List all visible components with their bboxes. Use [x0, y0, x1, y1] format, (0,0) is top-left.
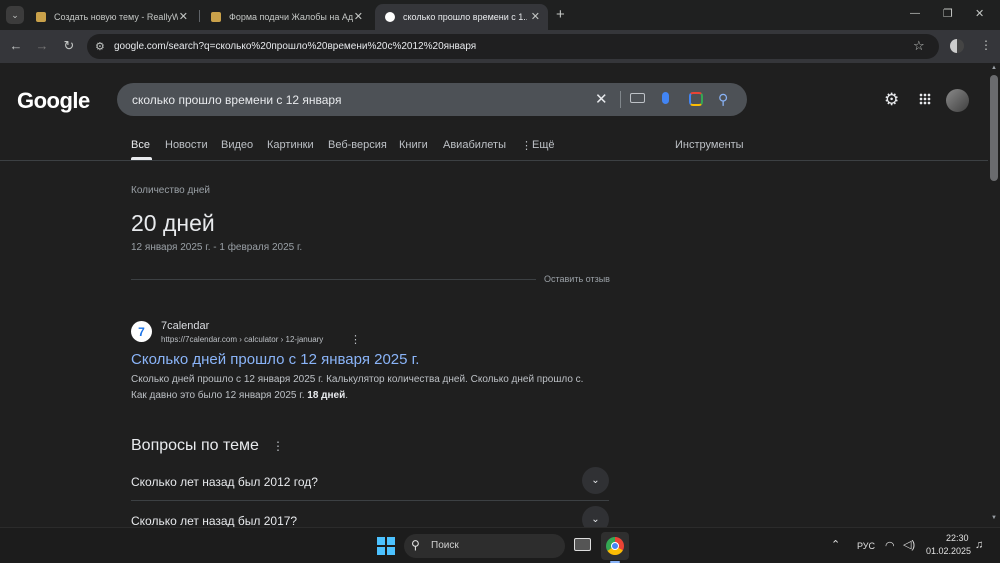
result-title-link[interactable]: Сколько дней прошло с 12 января 2025 г.: [131, 351, 419, 368]
related-heading: Вопросы по теме: [131, 437, 259, 454]
answer-range: 12 января 2025 г. - 1 февраля 2025 г.: [131, 242, 303, 253]
tab-title: сколько прошло времени с 1...: [403, 12, 527, 22]
snippet-end: .: [345, 390, 349, 401]
minimize-button[interactable]: —: [910, 8, 920, 19]
menu-kebab-icon[interactable]: ⋮: [980, 38, 992, 52]
tab-search-button[interactable]: ⌄: [6, 6, 24, 24]
related-question[interactable]: Сколько лет назад был 2017?: [131, 514, 297, 527]
taskbar: ⚲ Поиск ⌃ РУС ◠ ◁) 22:30 01.02.2025 ♫: [0, 527, 1000, 563]
tab-all[interactable]: Все: [131, 139, 150, 151]
volume-icon[interactable]: ◁): [903, 538, 915, 551]
url-text: google.com/search?q=сколько%20прошло%20в…: [114, 41, 477, 52]
search-input[interactable]: сколько прошло времени с 12 января: [132, 93, 341, 107]
search-icon[interactable]: ⚲: [718, 91, 728, 108]
answer-value: 20 дней: [131, 210, 215, 236]
divider: [0, 160, 988, 161]
tab-close-icon[interactable]: ✕: [531, 10, 540, 23]
browser-tab-1[interactable]: Создать новую тему - ReallyW... ✕: [26, 4, 196, 30]
tab-flights[interactable]: Авиабилеты: [443, 139, 506, 151]
chevron-down-icon[interactable]: ⌄: [582, 506, 609, 527]
search-results-page: Google сколько прошло времени с 12 январ…: [0, 63, 988, 527]
chrome-taskbar-icon[interactable]: [601, 532, 629, 560]
lens-icon[interactable]: [689, 92, 703, 106]
browser-tab-2[interactable]: Форма подачи Жалобы на Ад... ✕: [201, 4, 371, 30]
profile-icon[interactable]: [950, 39, 964, 53]
google-favicon-icon: [385, 12, 395, 22]
task-view-icon[interactable]: [574, 538, 591, 551]
taskbar-search[interactable]: ⚲ Поиск: [404, 534, 565, 558]
tab-images[interactable]: Картинки: [267, 139, 314, 151]
tab-close-icon[interactable]: ✕: [354, 10, 363, 23]
chevron-down-icon[interactable]: ⌄: [582, 467, 609, 494]
tab-title: Создать новую тему - ReallyW...: [54, 12, 178, 22]
bookmark-star-icon[interactable]: ☆: [913, 38, 925, 54]
keyboard-icon[interactable]: [630, 93, 645, 103]
result-snippet-line2: Как давно это было 12 января 2025 г. 18 …: [131, 390, 348, 401]
more-kebab-icon[interactable]: ⋮: [521, 139, 532, 152]
close-window-button[interactable]: ✕: [975, 7, 984, 20]
google-logo[interactable]: Google: [17, 88, 90, 114]
clear-icon[interactable]: ✕: [595, 90, 608, 108]
related-question[interactable]: Сколько лет назад был 2012 год?: [131, 475, 318, 489]
browser-tab-3[interactable]: сколько прошло времени с 1... ✕: [375, 4, 548, 30]
search-icon: ⚲: [411, 538, 420, 552]
tab-web[interactable]: Веб-версия: [328, 139, 387, 151]
favicon-icon: [211, 12, 221, 22]
scrollbar-thumb[interactable]: [990, 75, 998, 181]
snippet-highlight: 18 дней: [307, 390, 346, 401]
tab-books[interactable]: Книги: [399, 139, 428, 151]
clock-time[interactable]: 22:30: [946, 533, 969, 543]
new-tab-button[interactable]: +: [556, 6, 565, 23]
address-bar[interactable]: ⚙ google.com/search?q=сколько%20прошло%2…: [87, 34, 939, 59]
wifi-icon[interactable]: ◠: [885, 539, 895, 552]
result-breadcrumb[interactable]: https://7calendar.com › calculator › 12-…: [161, 335, 323, 344]
back-button[interactable]: ←: [8, 38, 24, 53]
notification-bell-icon[interactable]: ♫: [975, 539, 983, 551]
maximize-button[interactable]: ❐: [943, 7, 953, 20]
apps-grid-icon[interactable]: [919, 93, 931, 105]
result-menu-icon[interactable]: ⋮: [350, 333, 361, 346]
result-snippet-line1: Сколько дней прошло с 12 января 2025 г. …: [131, 374, 584, 385]
chevron-up-icon[interactable]: ⌃: [831, 538, 840, 551]
scrollbar[interactable]: ▲ ▼: [988, 63, 1000, 527]
microphone-icon[interactable]: [662, 92, 669, 104]
snippet-text: Как давно это было 12 января 2025 г.: [131, 390, 308, 401]
reload-button[interactable]: ↻: [61, 38, 77, 54]
language-indicator[interactable]: РУС: [857, 541, 875, 551]
forward-button[interactable]: →: [34, 38, 50, 53]
site-info-icon[interactable]: ⚙: [95, 40, 105, 53]
site-favicon-icon: 7: [131, 321, 152, 342]
related-menu-icon[interactable]: ⋮: [272, 439, 284, 453]
avatar[interactable]: [946, 89, 969, 112]
tab-title: Форма подачи Жалобы на Ад...: [229, 12, 353, 22]
browser-toolbar: ← → ↻ ⚙ google.com/search?q=сколько%20пр…: [0, 30, 1000, 63]
windows-start-icon[interactable]: [377, 537, 395, 555]
feedback-link[interactable]: Оставить отзыв: [544, 274, 610, 284]
answer-label: Количество дней: [131, 185, 210, 196]
settings-gear-icon[interactable]: ⚙: [884, 90, 899, 110]
tools-button[interactable]: Инструменты: [675, 139, 744, 151]
taskbar-search-placeholder: Поиск: [431, 540, 459, 551]
divider: [131, 500, 609, 501]
result-site-name[interactable]: 7calendar: [161, 320, 209, 332]
search-box[interactable]: сколько прошло времени с 12 января ✕ ⚲: [117, 83, 747, 116]
tab-strip: ⌄ Создать новую тему - ReallyW... ✕ Форм…: [0, 0, 1000, 30]
tab-close-icon[interactable]: ✕: [179, 10, 188, 23]
tab-news[interactable]: Новости: [165, 139, 208, 151]
clock-date[interactable]: 01.02.2025: [926, 546, 971, 556]
tab-video[interactable]: Видео: [221, 139, 253, 151]
divider: [131, 279, 536, 280]
favicon-icon: [36, 12, 46, 22]
tab-more[interactable]: Ещё: [532, 139, 555, 151]
